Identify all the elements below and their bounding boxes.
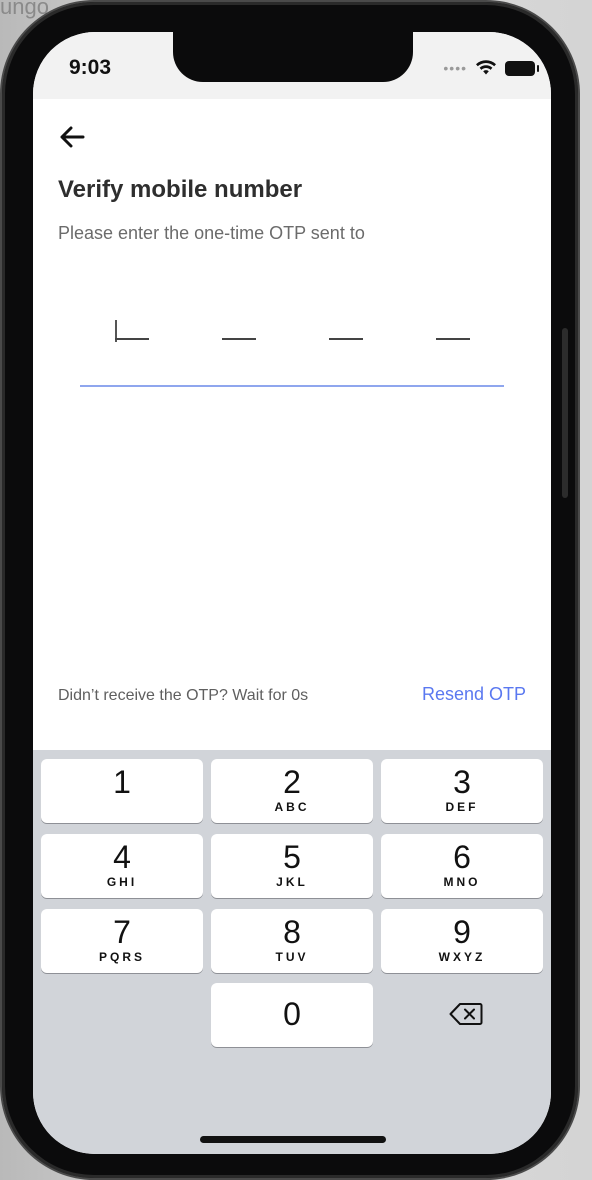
key-9[interactable]: 9 WXYZ xyxy=(381,909,543,973)
key-0[interactable]: 0 xyxy=(211,983,373,1047)
key-1[interactable]: 1 xyxy=(41,759,203,823)
resend-timer-text: Didn’t receive the OTP? Wait for 0s xyxy=(58,687,309,704)
key-5[interactable]: 5 JKL xyxy=(211,834,373,898)
key-6[interactable]: 6 MNO xyxy=(381,834,543,898)
otp-digit-slot xyxy=(436,338,470,340)
status-bar: 9:03 •••• xyxy=(33,32,551,99)
otp-digit-slot xyxy=(115,338,149,340)
otp-input[interactable] xyxy=(80,302,504,387)
key-2[interactable]: 2 ABC xyxy=(211,759,373,823)
wifi-icon xyxy=(476,60,496,75)
notch xyxy=(173,32,413,82)
key-7[interactable]: 7 PQRS xyxy=(41,909,203,973)
key-3[interactable]: 3 DEF xyxy=(381,759,543,823)
app-screen: 9:03 •••• Verify mobile number Please en… xyxy=(33,32,551,1154)
arrow-left-icon xyxy=(60,126,85,148)
key-4[interactable]: 4 GHI xyxy=(41,834,203,898)
phone-frame: 9:03 •••• Verify mobile number Please en… xyxy=(2,2,578,1178)
side-button xyxy=(562,328,568,498)
page-subtitle: Please enter the one-time OTP sent to xyxy=(58,223,365,243)
back-button[interactable] xyxy=(53,120,91,154)
home-indicator[interactable] xyxy=(200,1136,386,1143)
status-time: 9:03 xyxy=(69,56,112,79)
otp-digit-slot xyxy=(222,338,256,340)
key-8[interactable]: 8 TUV xyxy=(211,909,373,973)
battery-icon xyxy=(505,60,539,76)
signal-dots-icon: •••• xyxy=(443,60,467,76)
numeric-keypad: 1 2 ABC 3 DEF 4 GHI 5 JKL 6 MNO 7 PQRS 8… xyxy=(33,750,551,1154)
resend-otp-button[interactable]: Resend OTP xyxy=(422,684,526,705)
otp-digit-slot xyxy=(329,338,363,340)
page-title: Verify mobile number xyxy=(58,176,303,203)
status-icons: •••• xyxy=(443,58,539,78)
backspace-icon xyxy=(449,1003,483,1025)
delete-key[interactable] xyxy=(444,998,488,1030)
